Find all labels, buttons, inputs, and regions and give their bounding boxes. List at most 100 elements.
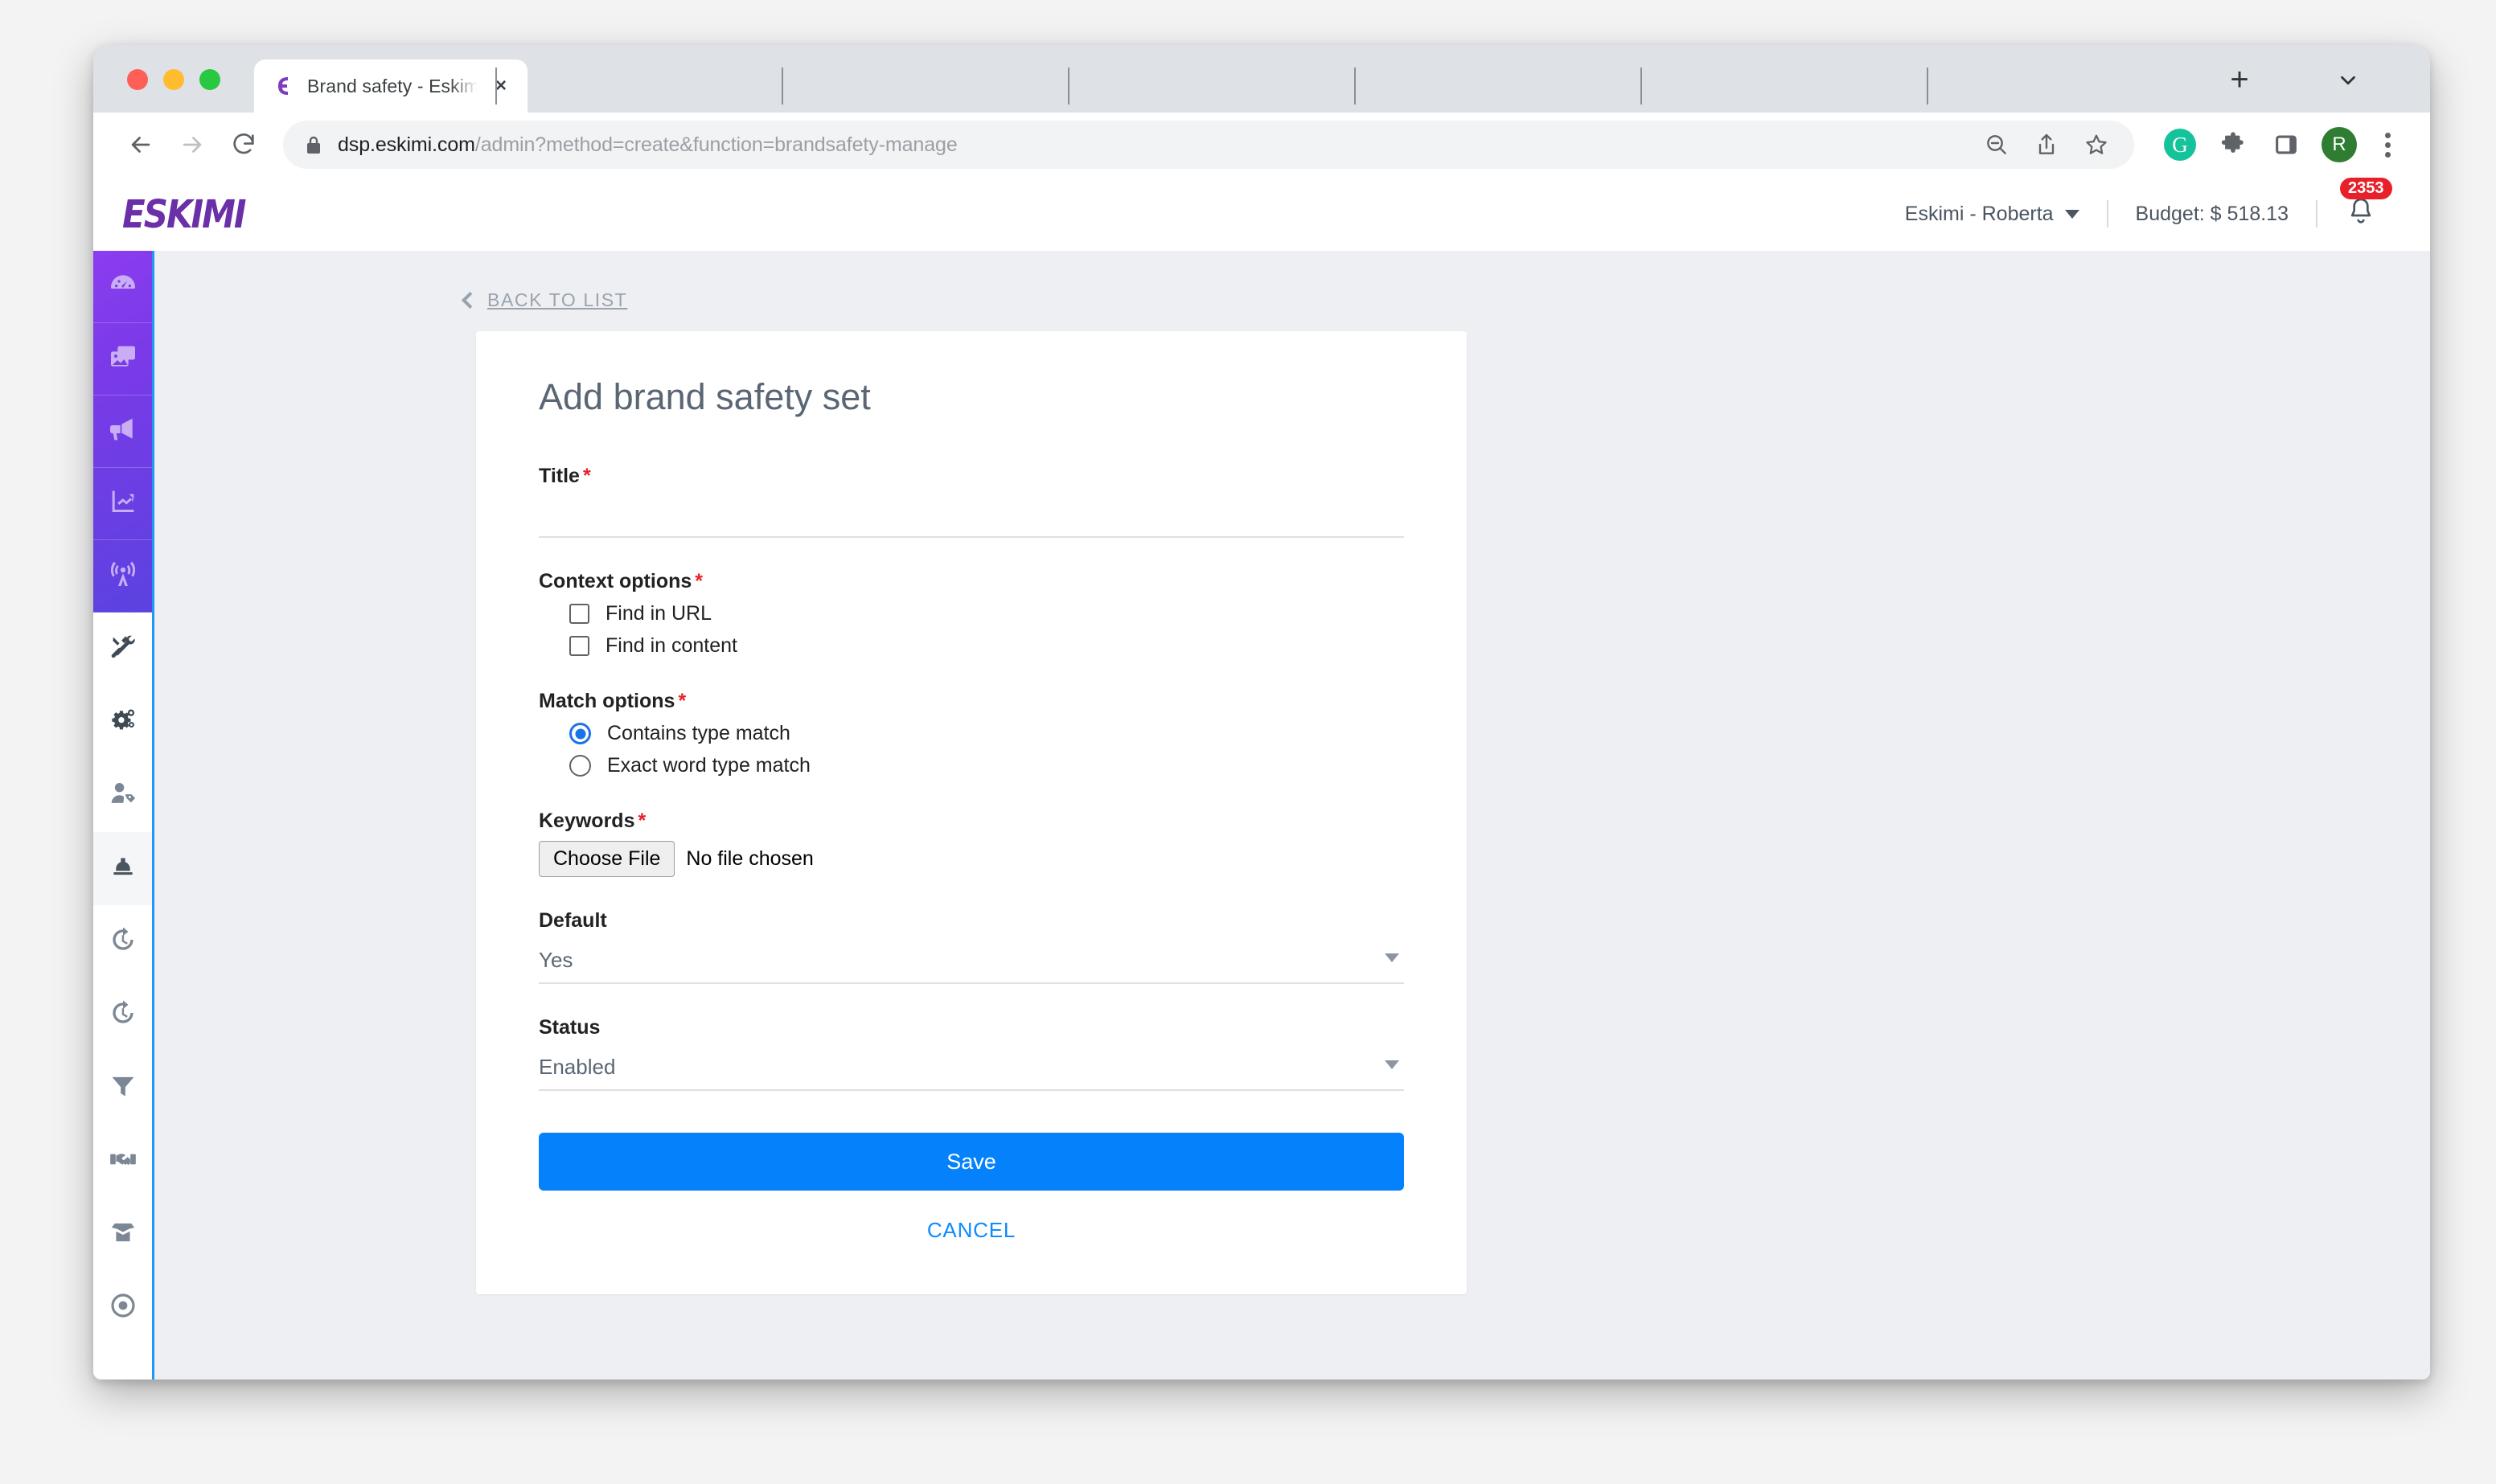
account-selector[interactable]: Eskimi - Roberta	[1878, 203, 2107, 226]
add-brand-safety-card: Add brand safety set Title * Context opti…	[476, 331, 1467, 1294]
new-tab-button[interactable]: +	[2218, 58, 2261, 101]
save-button[interactable]: Save	[539, 1133, 1404, 1191]
app-header: ESKIMI Eskimi - Roberta Budget: $ 518.13…	[93, 177, 2430, 251]
history-clock-icon	[108, 998, 138, 1032]
title-input[interactable]	[539, 493, 1404, 538]
back-arrow-icon[interactable]	[117, 121, 164, 168]
chart-line-icon	[107, 486, 139, 522]
zoom-out-icon[interactable]	[1973, 121, 2020, 168]
share-icon[interactable]	[2023, 121, 2070, 168]
browser-window: Brand safety - Eskim × + dsp.eskimi.com/…	[93, 45, 2430, 1379]
empty-tab-separators	[495, 68, 2229, 105]
user-tag-icon	[108, 778, 138, 813]
account-name: Eskimi - Roberta	[1904, 202, 2054, 225]
field-match-options-label: Match options *	[539, 690, 687, 712]
checkbox-box[interactable]	[569, 604, 589, 624]
sidebar-item-audience[interactable]	[93, 540, 152, 613]
file-status-text: No file chosen	[686, 847, 814, 870]
default-select-wrapper: Yes	[539, 937, 1404, 984]
star-icon[interactable]	[2073, 121, 2120, 168]
field-default-label: Default	[539, 909, 607, 932]
field-title-label: Title *	[539, 465, 591, 487]
field-keywords: Keywords * Choose File No file chosen	[539, 810, 1404, 877]
funnel-icon	[108, 1071, 138, 1105]
browser-tab-strip: Brand safety - Eskim × +	[93, 45, 2430, 113]
sidebar-item-targeting[interactable]	[93, 1271, 152, 1344]
browser-tab-active[interactable]: Brand safety - Eskim ×	[254, 59, 528, 113]
sidebar-item-settings[interactable]	[93, 686, 152, 759]
field-status-label: Status	[539, 1016, 601, 1039]
close-icon[interactable]: ×	[489, 74, 513, 98]
choose-file-button[interactable]: Choose File	[539, 841, 675, 877]
sidebar-item-brand-safety[interactable]	[93, 832, 152, 905]
bell-icon	[2345, 195, 2377, 233]
browser-toolbar: dsp.eskimi.com/admin?method=create&funct…	[93, 113, 2430, 177]
address-bar-url: dsp.eskimi.com/admin?method=create&funct…	[338, 133, 1959, 157]
broadcast-tower-icon	[107, 558, 139, 594]
sidebar-item-reports[interactable]	[93, 468, 152, 540]
reload-icon[interactable]	[220, 121, 267, 168]
chevron-down-icon	[1385, 953, 1399, 962]
field-match-options: Match options * Contains type match Exact…	[539, 690, 1404, 777]
handshake-icon	[108, 1144, 138, 1179]
checkbox-box[interactable]	[569, 636, 589, 656]
browser-tab-title: Brand safety - Eskim	[307, 75, 478, 96]
budget-value: Budget: $ 518.13	[2135, 202, 2289, 225]
page-title: Add brand safety set	[539, 376, 871, 417]
images-icon	[107, 341, 139, 377]
browser-extensions-area: G R	[2149, 121, 2406, 168]
sidebar-item-history-2[interactable]	[93, 978, 152, 1052]
notifications-button[interactable]: 2353	[2317, 177, 2398, 233]
history-clock-icon	[108, 924, 138, 959]
maximize-window-button[interactable]	[199, 69, 220, 90]
app-body: BACK TO LIST Add brand safety set Title *	[93, 251, 2430, 1379]
back-to-list-link[interactable]: BACK TO LIST	[461, 289, 628, 311]
field-status: Status Enabled	[539, 1016, 1404, 1091]
chevron-down-icon	[1385, 1060, 1399, 1069]
sidebar-item-history[interactable]	[93, 905, 152, 978]
address-bar-actions	[1973, 121, 2120, 168]
profile-avatar[interactable]: R	[2316, 121, 2363, 168]
eskimi-logo[interactable]: ESKIMI	[122, 191, 247, 236]
checkbox-find-in-url[interactable]: Find in URL	[569, 602, 1404, 625]
checkbox-find-in-content[interactable]: Find in content	[569, 634, 1404, 658]
sidebar-item-campaigns[interactable]	[93, 396, 152, 468]
field-context-options-label: Context options *	[539, 570, 703, 592]
chevron-left-icon	[461, 291, 479, 309]
sidebar-item-tools[interactable]	[93, 613, 152, 686]
default-select[interactable]: Yes	[539, 937, 1404, 984]
url-domain: dsp.eskimi.com	[338, 133, 475, 156]
status-select[interactable]: Enabled	[539, 1044, 1404, 1091]
cancel-button[interactable]: CANCEL	[539, 1218, 1404, 1243]
sidebar-item-user-tags[interactable]	[93, 759, 152, 832]
close-window-button[interactable]	[127, 69, 148, 90]
sidebar-item-filters[interactable]	[93, 1052, 152, 1125]
forward-arrow-icon	[169, 121, 216, 168]
sidebar-item-creatives[interactable]	[93, 323, 152, 396]
sidebar-item-deals[interactable]	[93, 1125, 152, 1198]
sidebar-item-inventory[interactable]	[93, 1198, 152, 1271]
extensions-puzzle-icon[interactable]	[2210, 121, 2256, 168]
required-marker: *	[638, 810, 647, 832]
radio-exact-word-type-match[interactable]: Exact word type match	[569, 754, 1404, 777]
grammarly-extension-icon[interactable]: G	[2157, 121, 2203, 168]
required-marker: *	[582, 465, 591, 487]
radio-button[interactable]	[569, 755, 591, 777]
minimize-window-button[interactable]	[163, 69, 184, 90]
file-upload-row: Choose File No file chosen	[539, 841, 1404, 877]
address-bar[interactable]: dsp.eskimi.com/admin?method=create&funct…	[283, 121, 2134, 169]
back-to-list-label: BACK TO LIST	[487, 289, 628, 310]
open-box-icon	[108, 1217, 138, 1252]
required-marker: *	[678, 690, 687, 712]
kebab-menu-icon[interactable]	[2369, 126, 2406, 163]
lock-icon	[304, 134, 323, 155]
sidebar-item-dashboard[interactable]	[93, 251, 152, 323]
target-circle-icon	[108, 1290, 138, 1325]
side-panel-icon[interactable]	[2263, 121, 2309, 168]
field-default: Default Yes	[539, 909, 1404, 984]
radio-contains-type-match[interactable]: Contains type match	[569, 722, 1404, 745]
chevron-down-icon[interactable]	[2329, 61, 2367, 100]
radio-button[interactable]	[569, 723, 591, 744]
checkbox-label: Find in content	[606, 634, 737, 657]
radio-label: Exact word type match	[607, 754, 811, 777]
